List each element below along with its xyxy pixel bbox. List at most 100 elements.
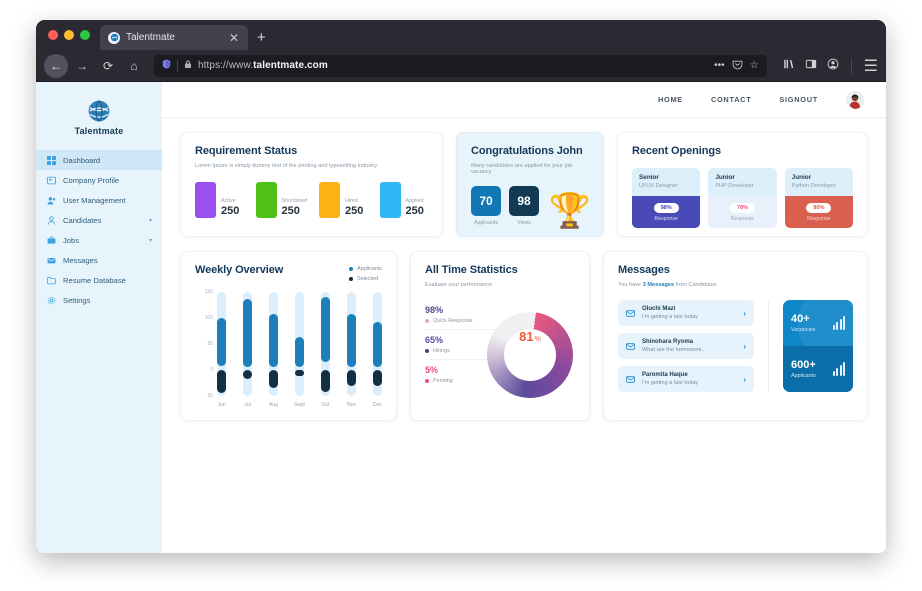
browser-tab[interactable]: Talentmate ✕ [100, 25, 248, 50]
messages-body: Oluchi Mazi I'm getting a late today › Shin… [618, 300, 853, 392]
talentmate-logo-icon [88, 100, 110, 122]
requirement-status-bars: Active 250 Shortlisted 250 Hired 250 Applied 25… [195, 182, 428, 218]
new-tab-button[interactable]: + [248, 25, 275, 50]
sidebar-item-label: Settings [63, 295, 91, 305]
maximize-window-button[interactable] [80, 30, 90, 40]
chart-bar-group: Oct [321, 292, 330, 408]
chart-bar-group: Dec [373, 292, 382, 408]
chart-bar-applicants [217, 318, 226, 366]
statistic-percent: 98% [425, 305, 444, 315]
requirement-meta: Hired 250 [345, 198, 363, 218]
sidebar-item-messages[interactable]: Messages [36, 250, 162, 270]
chart-bar-selected [347, 370, 356, 386]
minimize-window-button[interactable] [64, 30, 74, 40]
message-preview: I'm getting a late today [642, 380, 699, 386]
back-button[interactable]: ← [44, 53, 68, 78]
sidebar-item-resume-database[interactable]: Resume Database [36, 270, 162, 290]
briefcase-icon [46, 235, 56, 245]
topnav-item-signout[interactable]: SIGNOUT [779, 95, 818, 104]
legend-label-selected: Selected [357, 276, 379, 282]
message-list-item[interactable]: Shinohara Ryoma What are the homework... › [618, 333, 754, 359]
opening-header: Junior PHP Developer [708, 168, 777, 196]
opening-response: 98% Response [632, 196, 701, 228]
statistic-label: Hirings [433, 348, 450, 354]
requirement-label: Hired [344, 198, 358, 204]
app-menu-icon[interactable]: ☰ [864, 56, 878, 76]
legend-item-selected: Selected [349, 276, 382, 282]
chart-bar-applicants [243, 298, 252, 368]
account-icon[interactable] [827, 57, 839, 75]
main-area: HOME CONTACT SIGNOUT Requirement Status … [162, 82, 886, 553]
page-actions-icon[interactable]: ••• [714, 60, 725, 71]
opening-card[interactable]: Senior UI/UX Designer 98% Response [632, 168, 701, 228]
sidebar-item-dashboard[interactable]: Dashboard [36, 150, 162, 170]
avatar[interactable] [846, 90, 864, 109]
messages-subtitle-post: from Candidates [674, 282, 717, 288]
sidebar-item-label: Jobs [63, 235, 80, 245]
requirement-bar [318, 182, 340, 218]
sidebar-icon[interactable] [805, 57, 817, 75]
vacancies-sparkline-icon [832, 316, 845, 330]
dashboard-content: Requirement Status Lorem Ipsum is simply… [162, 118, 886, 553]
topnav-item-contact[interactable]: CONTACT [711, 95, 751, 104]
sidebar-item-user-management[interactable]: User Management [36, 190, 162, 210]
sidebar-item-jobs[interactable]: Jobs ▾ [36, 230, 162, 250]
messages-card: Messages You have 3 Messages from Candid… [603, 251, 868, 421]
message-text: Paromita Haque I'm getting a late today [642, 372, 736, 386]
requirement-status-subtitle: Lorem Ipsum is simply dummy text of the … [195, 163, 379, 169]
message-list-item[interactable]: Oluchi Mazi I'm getting a late today › [618, 300, 754, 326]
congratulations-subtitle: Many candidates are applied for your job… [471, 163, 573, 175]
chevron-right-icon[interactable]: › [743, 342, 746, 351]
sidebar-item-label: Resume Database [63, 275, 126, 285]
mail-icon [626, 342, 635, 351]
topnav-item-home[interactable]: HOME [658, 95, 683, 104]
shield-icon[interactable] [162, 59, 171, 72]
message-text: Shinohara Ryoma What are the homework... [642, 339, 736, 353]
sidebar-item-label: Candidates [63, 215, 102, 225]
grid-icon [46, 155, 56, 165]
all-time-statistics-subtitle: Evaluate your performance [425, 282, 493, 288]
y-axis-tick: 50 [207, 393, 213, 399]
y-axis-tick: 50 [207, 341, 213, 347]
chart-bar-applicants [373, 322, 382, 368]
close-window-button[interactable] [48, 30, 58, 40]
home-button[interactable]: ⌂ [122, 54, 146, 78]
x-axis-tick: Aug [268, 402, 279, 408]
chevron-right-icon[interactable]: › [743, 375, 746, 384]
opening-card[interactable]: Junior PHP Developer 78% Response [708, 168, 777, 228]
library-icon[interactable] [783, 57, 795, 75]
vacancy-summary-card: 40+ Vacancies 600+ Applicants [783, 300, 853, 392]
message-list-item[interactable]: Paromita Haque I'm getting a late today › [618, 366, 754, 392]
statistic-dot [425, 349, 429, 353]
x-axis-tick: Dec [372, 402, 383, 408]
brand-logo[interactable]: Talentmate [36, 92, 162, 150]
sidebar-item-company-profile[interactable]: Company Profile [36, 170, 162, 190]
opening-level: Junior [715, 174, 735, 181]
opening-response-label: Response [654, 216, 678, 222]
message-sender: Shinohara Ryoma [642, 339, 694, 345]
statistic-label: Pending [433, 378, 453, 384]
bookmark-star-icon[interactable]: ☆ [750, 60, 759, 71]
opening-role: PHP Developer [715, 183, 754, 189]
chevron-down-icon[interactable]: ▾ [149, 217, 152, 224]
sidebar-item-candidates[interactable]: Candidates ▾ [36, 210, 162, 230]
forward-button[interactable]: → [70, 54, 94, 78]
opening-role: UI/UX Designer [639, 183, 678, 189]
sidebar-item-settings[interactable]: Settings [36, 290, 162, 310]
performance-donut-chart: 81 % [487, 312, 573, 398]
pocket-icon[interactable] [732, 59, 743, 73]
chart-bar-group: Aug [269, 292, 278, 408]
message-text: Oluchi Mazi I'm getting a late today [642, 306, 736, 320]
opening-percent: 80% [806, 203, 832, 213]
address-bar[interactable]: https://www.talentmate.com ••• ☆ [154, 54, 767, 77]
chart-bar-applicants [321, 297, 330, 363]
chevron-down-icon[interactable]: ▾ [149, 237, 152, 244]
reload-button[interactable]: ⟳ [96, 54, 120, 78]
requirement-item-applied: Applied 250 [379, 182, 429, 218]
close-tab-button[interactable]: ✕ [226, 32, 242, 44]
chevron-right-icon[interactable]: › [743, 309, 746, 318]
url-text: https://www.talentmate.com [198, 60, 328, 71]
opening-card[interactable]: Junior Python Developer 80% Response [784, 168, 853, 228]
message-preview: I'm getting a late today [642, 314, 699, 320]
requirement-bar [379, 182, 401, 218]
